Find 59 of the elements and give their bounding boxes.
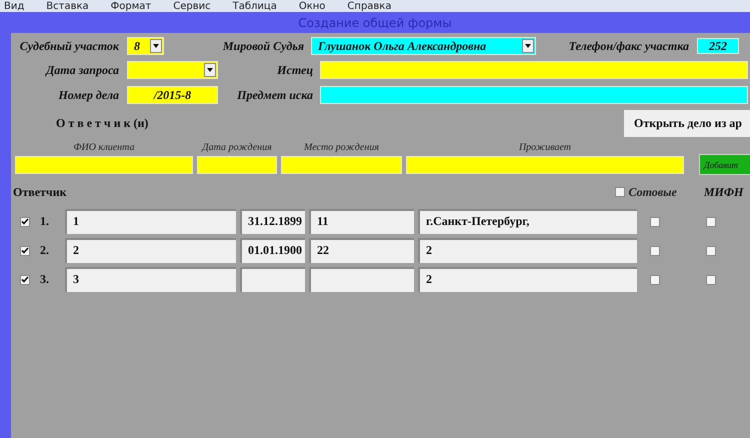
input-field[interactable] [15, 156, 193, 174]
field-label: Судебный участок [18, 38, 119, 54]
checkbox-label: Сотовые [628, 184, 677, 200]
row-number: 2. [40, 243, 50, 258]
table-cell: 2 [65, 238, 236, 263]
field-label: Мировой Судья [222, 38, 304, 54]
checkbox[interactable] [20, 216, 30, 226]
field-label: Телефон/факс участка [568, 38, 689, 54]
column-header: Дата рождения [200, 142, 273, 152]
window-title: Создание общей формы [298, 16, 452, 30]
field-label: Дата запроса [44, 62, 119, 78]
menu-item[interactable]: Окно [298, 0, 326, 12]
judge-combo[interactable]: Глушанок Ольга Александровна [311, 37, 536, 55]
case-number-field[interactable]: /2015-8 [127, 86, 218, 104]
table-cell: 22 [309, 238, 414, 263]
menu-item[interactable]: Справка [347, 0, 392, 12]
checkbox[interactable] [706, 246, 716, 256]
input-field[interactable] [406, 156, 684, 174]
row-number: 1. [40, 214, 50, 229]
claim-subject-field[interactable] [320, 86, 748, 104]
table-cell: 11 [309, 209, 414, 234]
open-archive-button[interactable]: Открыть дело из ар [624, 110, 750, 137]
column-header: ФИО клиента [72, 142, 136, 152]
table-cell: г.Санкт-Петербург, [418, 209, 637, 234]
field-label: Номер дела [57, 88, 119, 102]
checkbox[interactable] [614, 187, 625, 197]
checkbox[interactable] [650, 216, 660, 226]
input-field[interactable] [197, 156, 277, 174]
table-cell: 01.01.1900 [240, 238, 305, 263]
list-title: Ответчик [13, 184, 67, 200]
menu-item[interactable]: Вид [4, 0, 24, 12]
checkbox[interactable] [20, 246, 30, 256]
menu-item[interactable]: Таблица [232, 0, 277, 12]
section-heading: О т в е т ч и к (и) [56, 116, 148, 131]
table-cell [240, 267, 305, 292]
table-cell: 31.12.1899 [240, 209, 305, 234]
checkbox[interactable] [650, 274, 660, 284]
checkbox[interactable] [706, 216, 716, 226]
court-section-combo[interactable]: 8 [127, 37, 164, 55]
column-header: МИФН [704, 184, 744, 200]
column-header: Проживает [518, 142, 572, 152]
add-button[interactable]: Добавит [699, 154, 750, 175]
row-number: 3. [40, 272, 50, 287]
table-cell: 3 [65, 267, 236, 292]
field-label: Предмет иска [236, 88, 313, 102]
checkbox[interactable] [650, 246, 660, 256]
input-field[interactable] [281, 156, 402, 174]
column-header: Место рождения [303, 142, 380, 152]
table-cell: 2 [418, 238, 637, 263]
table-cell: 2 [418, 267, 637, 292]
menu-item[interactable]: Сервис [173, 0, 211, 12]
plaintiff-field[interactable] [320, 61, 748, 79]
menu-item[interactable]: Вставка [46, 0, 89, 12]
checkbox[interactable] [706, 274, 716, 284]
phone-field[interactable]: 252 [697, 38, 739, 54]
menu-item[interactable]: Формат [110, 0, 152, 12]
table-cell: 1 [65, 209, 236, 234]
checkbox[interactable] [20, 274, 30, 284]
field-label: Истец [276, 62, 313, 78]
